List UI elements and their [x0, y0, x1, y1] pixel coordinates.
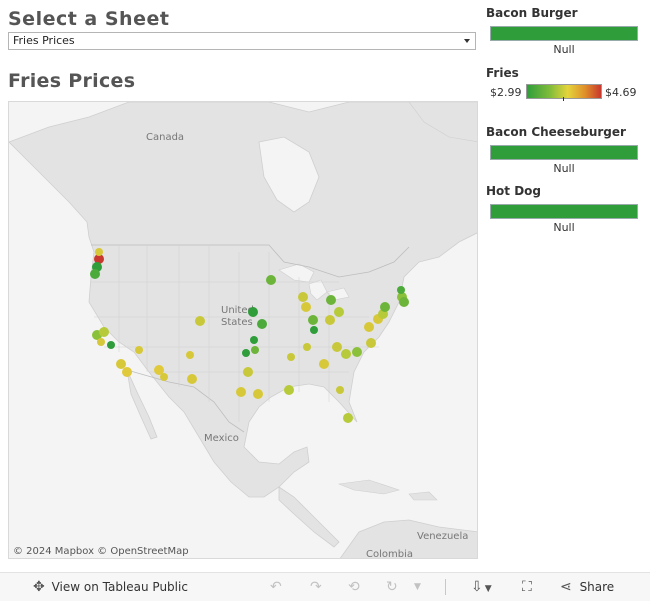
tableau-icon: ✥: [33, 579, 45, 595]
legend-title: Fries: [486, 66, 519, 80]
legend-bacon-cheeseburger: Bacon Cheeseburger Null: [486, 125, 646, 185]
map-point: [236, 387, 246, 397]
legend-fries: Fries $2.99 $4.69: [486, 66, 646, 116]
map-point: [160, 373, 168, 381]
map-point: [95, 248, 103, 256]
sheet-selector-title: Select a Sheet: [8, 8, 170, 30]
undo-icon[interactable]: ↶: [270, 579, 282, 595]
map-point: [242, 349, 250, 357]
map-point: [303, 343, 311, 351]
map-point: [380, 302, 390, 312]
map-point: [325, 315, 335, 325]
map-point: [243, 367, 253, 377]
label-states: States: [221, 317, 253, 328]
legend-null-label: Null: [553, 43, 575, 56]
map-point: [251, 346, 259, 354]
map[interactable]: Canada United States Mexico Venezuela Co…: [8, 101, 478, 559]
map-point: [366, 338, 376, 348]
map-point: [187, 374, 197, 384]
map-point: [116, 359, 126, 369]
map-point: [352, 347, 362, 357]
share-icon: ⋖: [560, 579, 572, 595]
legend-tick: [563, 97, 564, 101]
toolbar-divider: [445, 579, 446, 595]
map-point: [122, 367, 132, 377]
map-point: [399, 297, 409, 307]
label-venezuela: Venezuela: [417, 531, 468, 542]
map-point: [257, 319, 267, 329]
chevron-down-icon: ▼: [484, 584, 492, 594]
map-point: [319, 359, 329, 369]
share-label: Share: [579, 580, 615, 594]
legend-null-label: Null: [553, 221, 575, 234]
view-on-tableau-public-link[interactable]: ✥ View on Tableau Public: [33, 579, 188, 595]
legend-min-label: $2.99: [490, 86, 522, 99]
map-point: [301, 302, 311, 312]
label-mexico: Mexico: [204, 433, 239, 444]
legend-color-gradient[interactable]: [526, 84, 602, 99]
chevron-down-icon: [464, 39, 470, 43]
share-button[interactable]: ⋖ Share: [560, 579, 614, 595]
sheet-select-dropdown[interactable]: Fries Prices: [8, 32, 476, 50]
label-colombia: Colombia: [366, 549, 413, 559]
map-point: [326, 295, 336, 305]
revert-icon[interactable]: ⟲: [348, 579, 360, 595]
legend-title: Bacon Cheeseburger: [486, 125, 626, 139]
map-point: [250, 336, 258, 344]
label-canada: Canada: [146, 132, 184, 143]
refresh-icon[interactable]: ↻: [386, 579, 398, 595]
map-point: [248, 307, 258, 317]
map-point: [336, 386, 344, 394]
map-point: [99, 327, 109, 337]
map-point: [364, 322, 374, 332]
map-point: [332, 342, 342, 352]
legend-title: Hot Dog: [486, 184, 541, 198]
redo-icon[interactable]: ↷: [310, 579, 322, 595]
map-point: [107, 341, 115, 349]
map-point: [266, 275, 276, 285]
view-on-tableau-public-label: View on Tableau Public: [51, 580, 188, 594]
map-point: [90, 269, 100, 279]
map-point: [186, 351, 194, 359]
legend-bacon-burger: Bacon Burger Null: [486, 6, 646, 66]
legend-color-bar[interactable]: [490, 204, 638, 219]
map-point: [308, 315, 318, 325]
map-point: [334, 307, 344, 317]
map-attribution: © 2024 Mapbox © OpenStreetMap: [13, 546, 189, 557]
viz-title: Fries Prices: [8, 70, 136, 92]
legend-max-label: $4.69: [605, 86, 637, 99]
map-point: [135, 346, 143, 354]
map-point: [343, 413, 353, 423]
map-point: [397, 286, 405, 294]
map-point: [195, 316, 205, 326]
sheet-select-value: Fries Prices: [13, 34, 75, 47]
map-point: [253, 389, 263, 399]
legend-null-label: Null: [553, 162, 575, 175]
map-point: [298, 292, 308, 302]
bottom-toolbar: ✥ View on Tableau Public ↶ ↷ ⟲ ↻ ▼ ⇩ ▼ ⛶ …: [0, 572, 650, 601]
fullscreen-icon[interactable]: ⛶: [522, 579, 532, 595]
map-point: [310, 326, 318, 334]
map-point: [287, 353, 295, 361]
map-point: [97, 338, 105, 346]
download-icon[interactable]: ⇩ ▼: [471, 579, 492, 595]
legend-hot-dog: Hot Dog Null: [486, 184, 646, 244]
legend-title: Bacon Burger: [486, 6, 578, 20]
chevron-down-icon[interactable]: ▼: [414, 579, 421, 595]
map-point: [284, 385, 294, 395]
legend-color-bar[interactable]: [490, 145, 638, 160]
legend-color-bar[interactable]: [490, 26, 638, 41]
map-point: [341, 349, 351, 359]
